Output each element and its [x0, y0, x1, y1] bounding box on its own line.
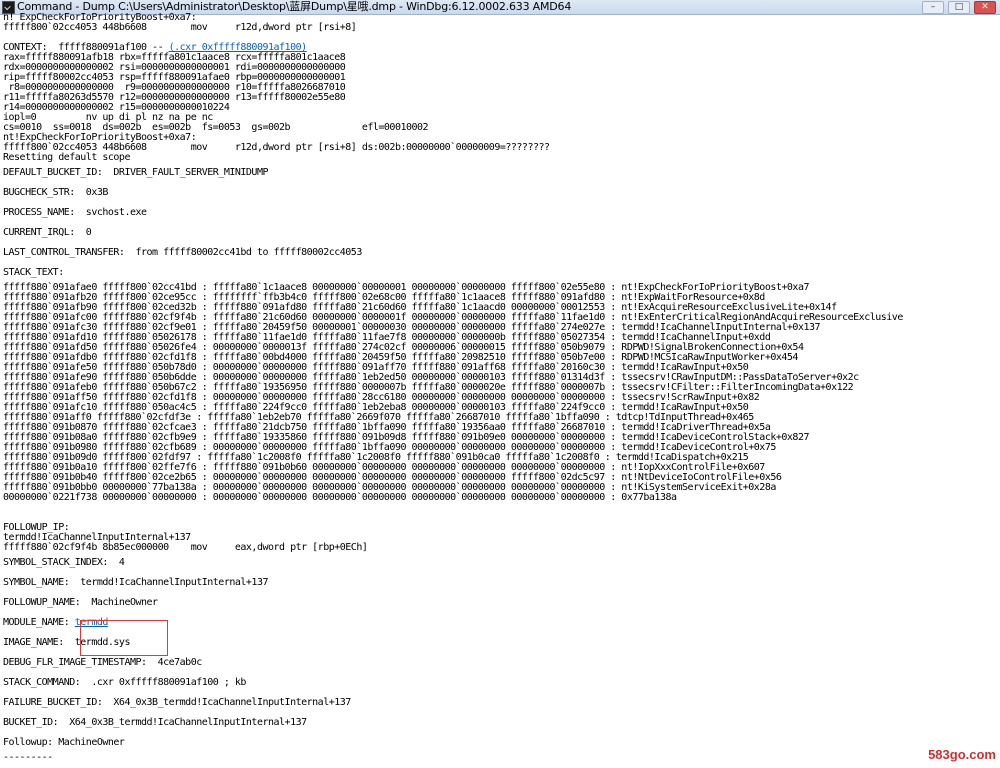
window-title: Command - Dump C:\Users\Administrator\De…	[17, 0, 572, 13]
output-line-text: ---------	[3, 752, 53, 763]
output-line-text: STACK_COMMAND: .cxr 0xfffff880091af100 ;…	[3, 677, 246, 688]
output-line: BUGCHECK_STR: 0x3B	[3, 183, 1000, 203]
output-line: DEFAULT_BUCKET_ID: DRIVER_FAULT_SERVER_M…	[3, 163, 1000, 183]
output-line: BUCKET_ID: X64_0x3B_termdd!IcaChannelInp…	[3, 713, 1000, 733]
output-line: STACK_TEXT:	[3, 263, 1000, 283]
output-line: fffff800`02cc4053 448b6608 mov r12d,dwor…	[3, 143, 1000, 153]
output-line-text: BUCKET_ID: X64_0x3B_termdd!IcaChannelInp…	[3, 717, 307, 728]
output-line: LAST_CONTROL_TRANSFER: from fffff80002cc…	[3, 243, 1000, 263]
output-line-text: Followup: MachineOwner	[3, 737, 125, 748]
output-line: SYMBOL_NAME: termdd!IcaChannelInputInter…	[3, 573, 1000, 593]
output-line: Resetting default scope	[3, 153, 1000, 163]
output-line: CURRENT_IRQL: 0	[3, 223, 1000, 243]
output-line-text: FOLLOWUP_NAME: MachineOwner	[3, 597, 158, 608]
output-line-text: DEBUG_FLR_IMAGE_TIMESTAMP: 4ce7ab0c	[3, 657, 202, 668]
output-line: FAILURE_BUCKET_ID: X64_0x3B_termdd!IcaCh…	[3, 693, 1000, 713]
output-line-text: SYMBOL_STACK_INDEX: 4	[3, 557, 125, 568]
module-highlight-box	[80, 620, 168, 656]
output-line-text: FAILURE_BUCKET_ID: X64_0x3B_termdd!IcaCh…	[3, 697, 351, 708]
output-line: fffff880`02cf9f4b 8b85ec000000 mov eax,d…	[3, 543, 1000, 553]
output-line-text: LAST_CONTROL_TRANSFER: from fffff80002cc…	[3, 247, 362, 258]
output-line-text: CURRENT_IRQL: 0	[3, 227, 92, 238]
output-line: FOLLOWUP_NAME: MachineOwner	[3, 593, 1000, 613]
output-line-text: SYMBOL_NAME: termdd!IcaChannelInputInter…	[3, 577, 268, 588]
output-line: ---------	[3, 753, 1000, 763]
output-line-text: fffff800`02cc4053 448b6608 mov r12d,dwor…	[3, 22, 357, 33]
output-line: 00000000`0221f738 00000000`00000000 : 00…	[3, 493, 1000, 503]
output-line-text: BUGCHECK_STR: 0x3B	[3, 187, 108, 198]
output-line-text: fffff880`02cf9f4b 8b85ec000000 mov eax,d…	[3, 542, 368, 553]
output-line: PROCESS_NAME: svchost.exe	[3, 203, 1000, 223]
output-line-text: DEFAULT_BUCKET_ID: DRIVER_FAULT_SERVER_M…	[3, 167, 268, 178]
output-line-text: 00000000`0221f738 00000000`00000000 : 00…	[3, 492, 677, 503]
output-line-text: MODULE_NAME:	[3, 617, 75, 628]
output-line: SYMBOL_STACK_INDEX: 4	[3, 553, 1000, 573]
output-line-text: PROCESS_NAME: svchost.exe	[3, 207, 147, 218]
output-line-text: STACK_TEXT:	[3, 267, 64, 278]
output-line: DEBUG_FLR_IMAGE_TIMESTAMP: 4ce7ab0c	[3, 653, 1000, 673]
watermark: 583go.com	[928, 747, 996, 762]
output-line: Followup: MachineOwner	[3, 733, 1000, 753]
output-line: fffff800`02cc4053 448b6608 mov r12d,dwor…	[3, 23, 1000, 33]
output-line: STACK_COMMAND: .cxr 0xfffff880091af100 ;…	[3, 673, 1000, 693]
output-line-text: Resetting default scope	[3, 152, 130, 163]
